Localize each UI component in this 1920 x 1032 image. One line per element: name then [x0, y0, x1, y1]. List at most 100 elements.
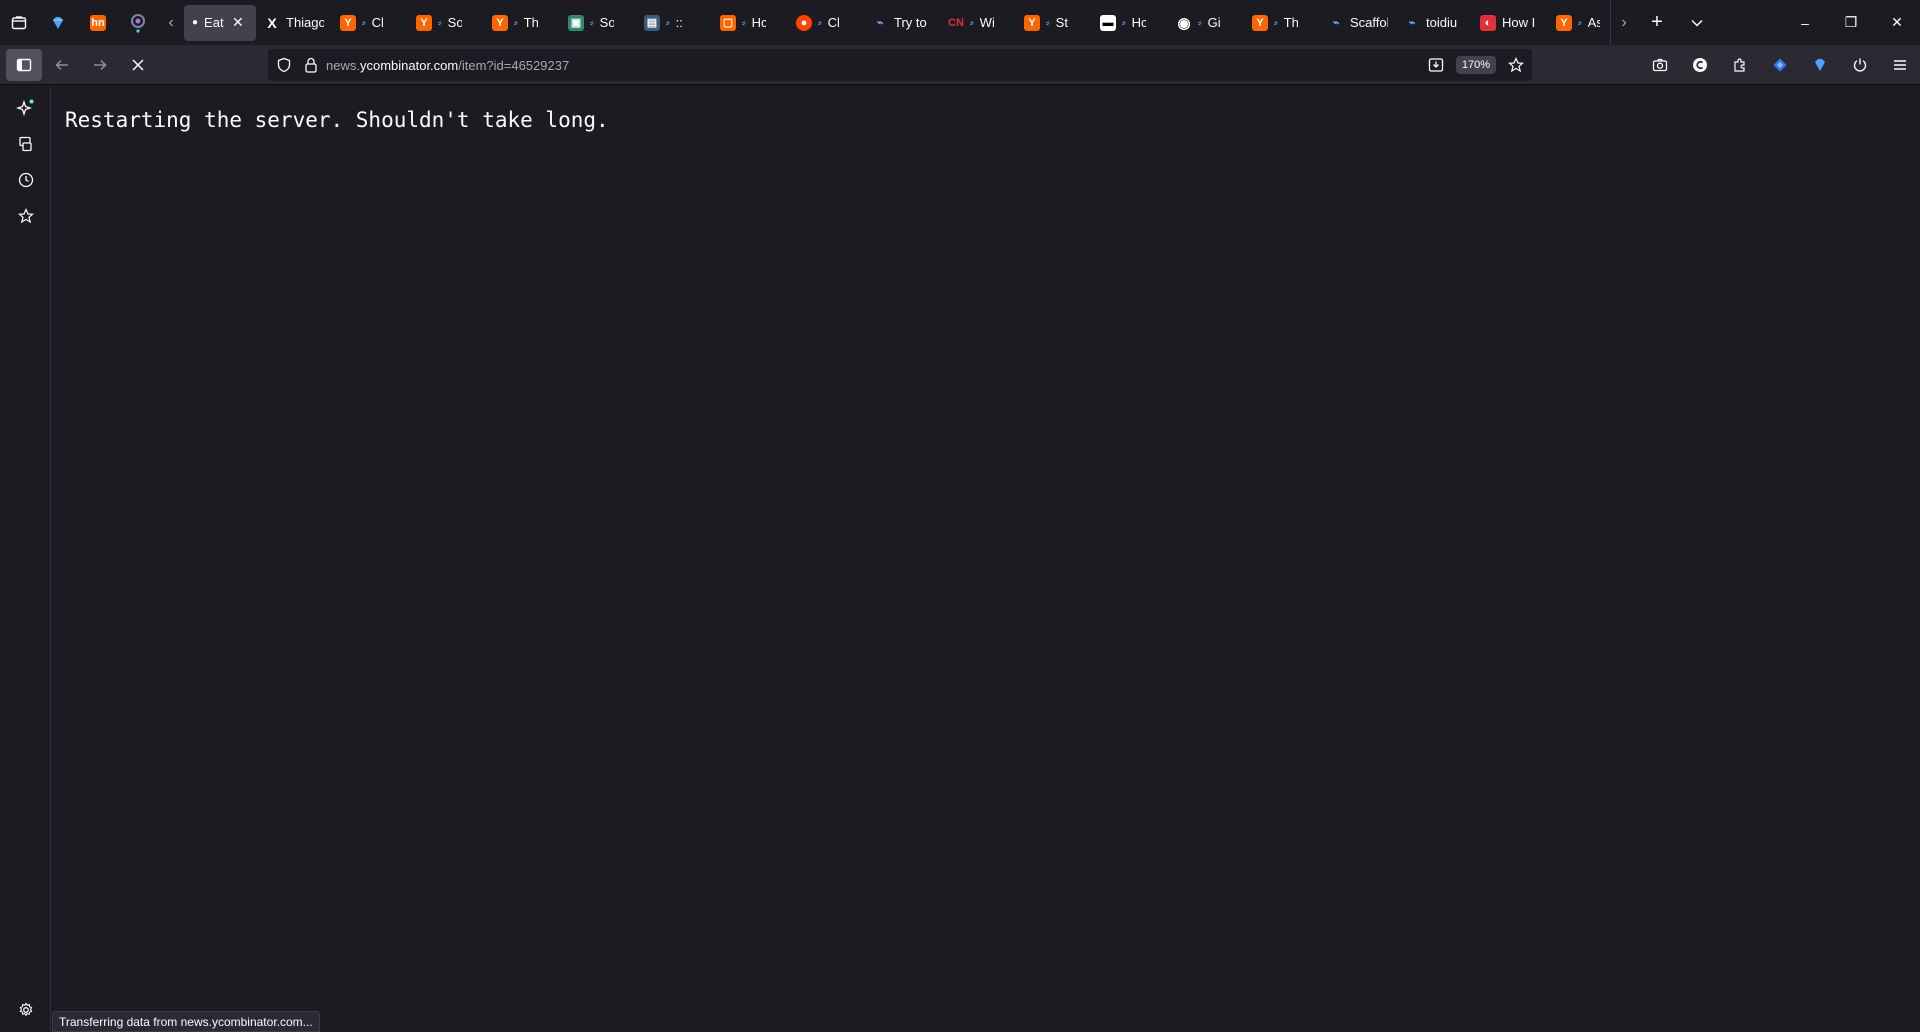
power-icon [1853, 58, 1867, 72]
firefox-view-button[interactable] [0, 0, 38, 45]
ycombinator-icon: Y [492, 14, 508, 31]
tab-item[interactable]: ▬ ⸗ Hc [1092, 5, 1168, 41]
save-to-pocket-icon[interactable] [1428, 57, 1444, 73]
tab-title: Gi [1207, 15, 1221, 30]
star-icon [17, 208, 34, 224]
power-button[interactable] [1840, 45, 1880, 85]
url-text[interactable]: news.ycombinator.com/item?id=46529237 [326, 58, 569, 73]
tab-item[interactable]: ▤ ⸗ :: [636, 5, 712, 41]
extension-gem-button[interactable] [1800, 45, 1840, 85]
forward-button[interactable] [82, 49, 118, 81]
sparkle-icon: ⌁ [876, 17, 884, 29]
sidebar-history[interactable] [0, 162, 51, 198]
tab-item[interactable]: ⌁ toidiu [1396, 5, 1472, 41]
c-circle-icon [1693, 58, 1707, 72]
minimize-button[interactable]: – [1782, 0, 1828, 45]
gem-icon [53, 16, 63, 29]
tab-item[interactable]: Y ⸗ St [1016, 5, 1092, 41]
tab-item[interactable]: ◐ How I [1472, 5, 1548, 41]
zoom-level-button[interactable]: 170% [1455, 56, 1496, 74]
tab-item[interactable]: ▢ ⸗ Hc [712, 5, 788, 41]
arrow-right-icon [94, 59, 107, 70]
new-tab-button[interactable]: + [1637, 0, 1677, 45]
sparkle-icon: ⸗ [438, 16, 442, 29]
tab-item[interactable]: Y ⸗ Cl [332, 5, 408, 41]
tab-item[interactable]: Y ⸗ Th [1244, 5, 1320, 41]
tab-item[interactable]: ▣ ⸗ So [560, 5, 636, 41]
tab-item[interactable]: X Thiago [256, 5, 332, 41]
chevron-down-icon [1691, 19, 1703, 27]
scroll-tabs-left-button[interactable]: ‹ [158, 0, 184, 45]
tab-item[interactable]: Y ⸗ So [408, 5, 484, 41]
active-tab[interactable]: ● Eat ✕ [184, 4, 256, 41]
tab-item[interactable]: Y ⸗ Th [484, 5, 560, 41]
sidebar-toggle-button[interactable] [6, 48, 42, 81]
app-menu-button[interactable] [1880, 45, 1920, 85]
shield-icon[interactable] [276, 57, 292, 73]
tab-title: Eat [204, 15, 224, 30]
close-icon: ✕ [1891, 14, 1903, 30]
sparkle-icon: ⸗ [818, 16, 822, 29]
url-bar[interactable]: news.ycombinator.com/item?id=46529237 17… [268, 49, 1532, 81]
pinned-tab-3[interactable] [118, 5, 158, 41]
plus-icon: + [1651, 11, 1663, 33]
synced-tabs-icon [18, 136, 32, 152]
minimize-icon: – [1801, 14, 1809, 31]
site-icon: ▣ [568, 14, 584, 31]
tab-item[interactable]: ◉ ⸗ Gi [1168, 5, 1244, 41]
stop-button[interactable] [120, 49, 156, 81]
firefox-view-icon [11, 15, 27, 29]
toolbar-right [1640, 45, 1920, 85]
list-all-tabs-button[interactable] [1677, 0, 1717, 45]
gem-icon [1815, 59, 1825, 71]
tab-item[interactable]: Y ⸗ As [1548, 5, 1610, 41]
back-button[interactable] [44, 49, 80, 81]
tab-strip: hn ‹ ● Eat ✕ X Thiago Y ⸗ Cl Y ⸗ So Y ⸗ … [0, 0, 1920, 45]
ycombinator-icon: Y [1024, 14, 1040, 31]
site-icon: ▬ [1100, 14, 1116, 31]
tab-item[interactable]: CN ⸗ Wi [940, 5, 1016, 41]
tab-title: Cl [371, 15, 384, 30]
gear-icon [19, 1002, 32, 1017]
site-icon: ▤ [644, 14, 660, 31]
x-icon: X [267, 14, 277, 31]
camera-icon [1652, 58, 1668, 72]
navigation-toolbar: news.ycombinator.com/item?id=46529237 17… [0, 45, 1920, 85]
sidebar-settings[interactable] [0, 992, 51, 1028]
status-panel: Transferring data from news.ycombinator.… [52, 1011, 320, 1032]
tab-title: So [447, 15, 462, 30]
sidebar [0, 86, 51, 1032]
restore-button[interactable]: ❐ [1828, 0, 1874, 45]
extensions-button[interactable] [1720, 45, 1760, 85]
sparkle-icon [15, 99, 33, 117]
sidebar-synced-tabs[interactable] [0, 126, 51, 162]
blue-diamond-icon [1773, 58, 1787, 72]
cnn-icon: CN [948, 16, 964, 29]
close-tab-icon[interactable]: ✕ [232, 14, 244, 31]
pinned-tab-hn[interactable]: hn [78, 5, 118, 41]
sparkle-icon: ⸗ [1122, 16, 1126, 29]
lock-icon[interactable] [304, 57, 318, 73]
ycombinator-icon: Y [340, 14, 356, 31]
scroll-tabs-right-button[interactable]: › [1611, 0, 1637, 45]
puzzle-icon [1734, 58, 1745, 72]
sparkle-icon: ⸗ [590, 16, 594, 29]
bookmark-star-icon[interactable] [1508, 57, 1524, 73]
tab-item[interactable]: ● ⸗ Cl [788, 5, 864, 41]
url-path: /item?id=46529237 [458, 57, 570, 73]
sidebar-bookmarks[interactable] [0, 198, 51, 234]
sparkle-icon: ⸗ [362, 16, 366, 29]
extension-diamond-button[interactable] [1760, 45, 1800, 85]
pinned-tab-1[interactable] [38, 5, 78, 41]
sparkle-icon: ⌁ [1408, 17, 1416, 29]
site-icon: ◐ [1480, 14, 1496, 31]
tab-title: Cl [827, 15, 840, 30]
screenshot-button[interactable] [1640, 45, 1680, 85]
tab-item[interactable]: ⌁ Try to [864, 5, 940, 41]
site-icon: ▢ [720, 14, 736, 31]
close-window-button[interactable]: ✕ [1874, 0, 1920, 45]
sidebar-ai-chatbot[interactable] [0, 90, 51, 126]
sparkle-icon: ⸗ [1578, 16, 1582, 29]
tab-item[interactable]: ⌁ Scaffol [1320, 5, 1396, 41]
extension-c-button[interactable] [1680, 45, 1720, 85]
